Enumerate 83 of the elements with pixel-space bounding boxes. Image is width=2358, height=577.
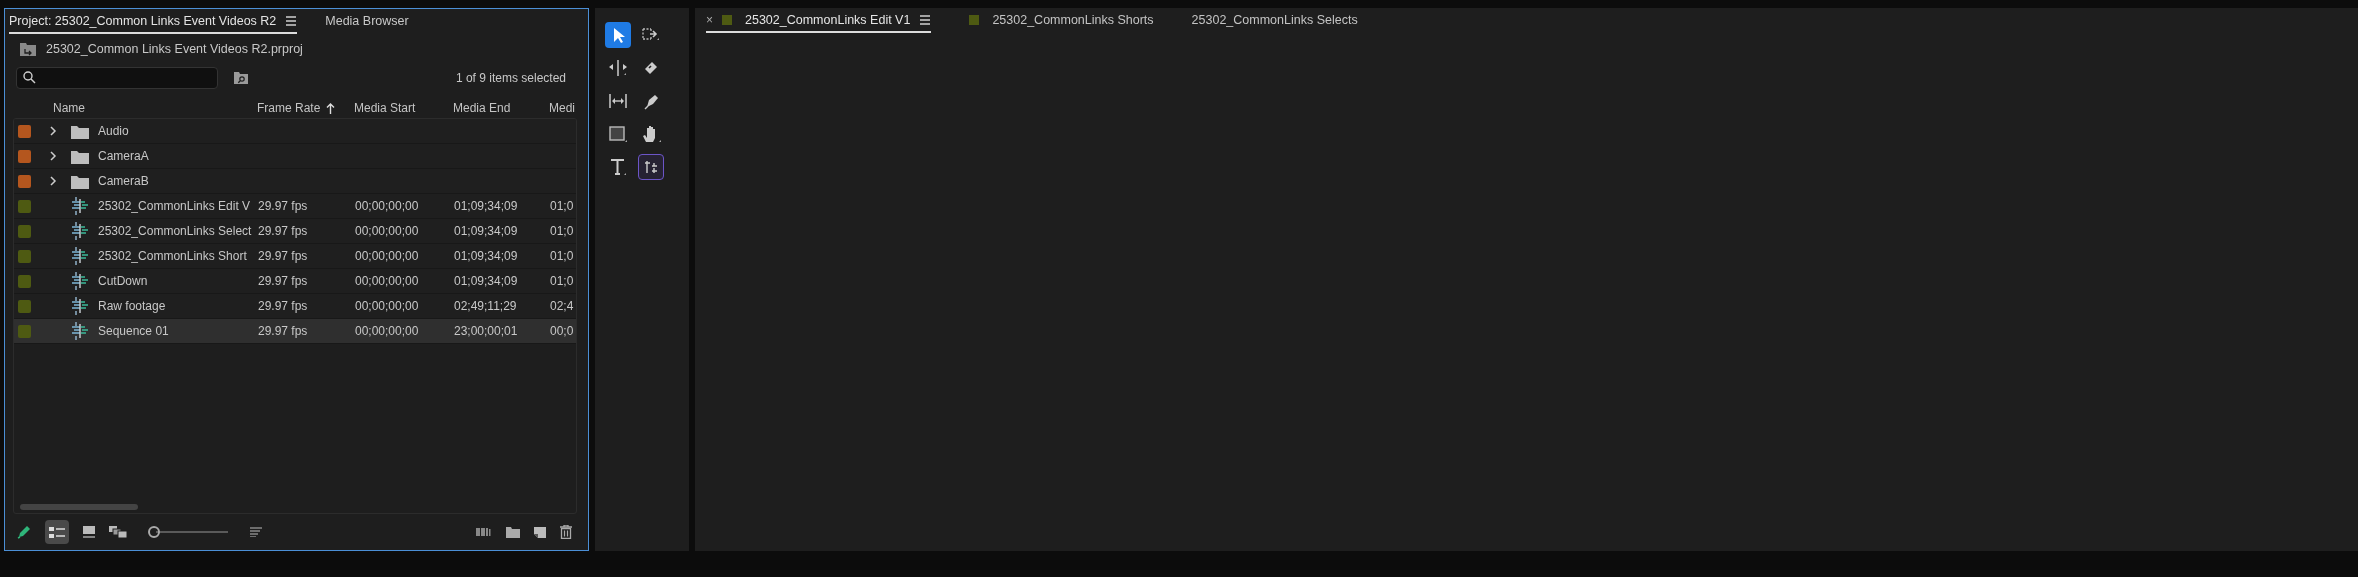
item-name: 25302_CommonLinks Short [98,249,248,264]
chevron-icon[interactable] [50,176,57,187]
table-cell-text: 00;00;00;00 [355,224,420,239]
item-name: Audio [98,124,130,139]
column-header[interactable]: Frame Rate [257,101,336,116]
item-name: 25302_CommonLinks Select [98,224,253,239]
sequence-tab[interactable]: 25302_CommonLinks Selects [1191,9,1358,33]
chevron-icon[interactable] [50,151,57,162]
item-name: Raw footage [98,299,167,314]
table-cell-text: 02;49;11;29 [454,299,518,314]
table-cell-text: 01;09;34;09 [454,249,519,264]
column-header[interactable]: Name [53,101,85,116]
sequence-icon [70,271,89,292]
slider-thumb[interactable] [148,526,160,539]
table-cell-text: 00;00;00;00 [355,274,420,289]
selection-tool-icon[interactable] [605,22,631,48]
sequence-icon [70,321,89,342]
table-cell-text: 01;0 [550,274,575,289]
chevron-icon[interactable] [50,126,57,137]
sequence-icon [70,246,89,267]
column-header[interactable]: Medi [549,101,575,116]
freeform-view-icon[interactable] [109,526,128,539]
table-row[interactable]: 25302_CommonLinks Select 29.97 fps 00;00;00;00 01;09;34;09 01;0 [14,219,576,245]
project-path: 25302_Common Links Event Videos R2.prproj [46,41,303,56]
column-header[interactable]: Media Start [354,101,416,116]
table-cell-text: 29.97 fps [258,299,309,314]
close-icon[interactable]: × [706,13,713,27]
sequence-icon [70,296,89,317]
find-bin-icon[interactable] [234,71,248,84]
folder-icon [20,41,36,56]
sequence-tab[interactable]: 25302_CommonLinks Shorts [969,9,1154,33]
pencil-icon[interactable] [17,525,31,540]
table-row[interactable]: Sequence 01 29.97 fps 00;00;00;00 23;00;00;01 00;0 [14,319,576,345]
new-item-icon[interactable] [534,526,546,538]
table-row[interactable]: 25302_CommonLinks Short 29.97 fps 00;00;00;00 01;09;34;09 01;0 [14,244,576,270]
item-name: CutDown [98,274,149,289]
panel-tab[interactable]: Project: 25302_Common Links Event Videos R2 [9,9,298,34]
sequence-tab[interactable]: × 25302_CommonLinks Edit V1 [706,9,932,33]
search-field[interactable] [16,66,218,89]
table-cell-text: 00;0 [550,324,575,339]
scrollbar[interactable] [20,504,138,511]
table-row[interactable]: Audio [14,119,576,145]
item-name: CameraA [98,149,150,164]
item-name: CameraB [98,174,150,189]
selection-count: 1 of 9 items selected [455,70,566,85]
sequence-icon [70,196,89,217]
column-header[interactable]: Media End [453,101,511,116]
table-row[interactable]: Raw footage 29.97 fps 00;00;00;00 02;49;11;29 02;4 [14,294,576,320]
panel-tab[interactable]: Media Browser [325,9,409,34]
list-view-button[interactable] [45,520,69,545]
search-icon [23,71,36,85]
table-cell-text: 01;09;34;09 [454,224,519,239]
table-cell-text: 29.97 fps [258,324,309,339]
table-row[interactable]: CutDown 29.97 fps 00;00;00;00 01;09;34;09 01;0 [14,269,576,295]
new-bin-icon[interactable] [506,526,520,538]
table-row[interactable]: 25302_CommonLinks Edit V 29.97 fps 00;00;00;00 01;09;34;09 01;0 [14,194,576,220]
table-cell-text: 01;09;34;09 [454,274,519,289]
item-name: 25302_CommonLinks Edit V [98,199,252,214]
sort-arrow-icon [326,102,336,114]
table-cell-text: 00;00;00;00 [355,299,420,314]
automate-icon[interactable] [476,527,492,538]
table-cell-text: 00;00;00;00 [355,324,420,339]
menu-icon[interactable] [919,14,932,26]
table-cell-text: 29.97 fps [258,199,309,214]
table-cell-text: 29.97 fps [258,224,309,239]
trash-icon[interactable] [560,525,572,540]
list-view-icon [49,526,65,538]
table-cell-text: 02;4 [550,299,575,314]
item-name: Sequence 01 [98,324,170,339]
table-cell-text: 01;0 [550,224,575,239]
table-cell-text: 01;0 [550,199,575,214]
menu-icon [285,14,298,27]
table-cell-text: 23;00;00;01 [454,324,519,339]
sort-icon[interactable] [250,527,262,538]
table-cell-text: 00;00;00;00 [355,199,420,214]
table-cell-text: 01;09;34;09 [454,199,519,214]
table-cell-text: 29.97 fps [258,249,309,264]
table-cell-text: 01;0 [550,249,575,264]
remix-icon[interactable] [638,154,664,180]
table-cell-text: 00;00;00;00 [355,249,420,264]
table-cell-text: 29.97 fps [258,274,309,289]
icon-view-icon[interactable] [83,526,95,539]
sequence-icon [70,221,89,242]
